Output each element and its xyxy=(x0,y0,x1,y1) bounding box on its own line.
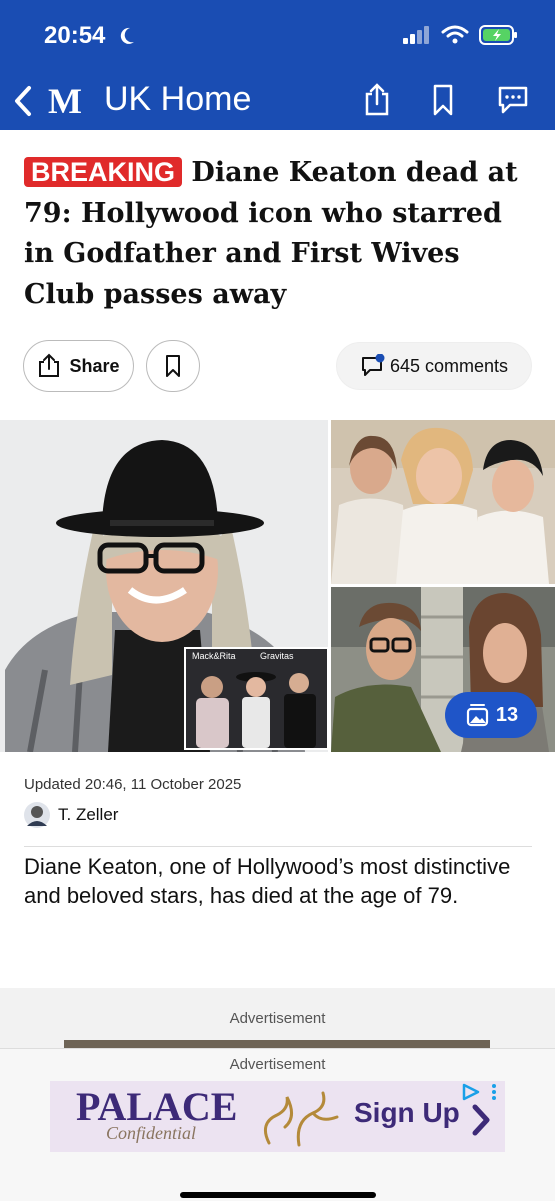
inset-sign-2: Gravitas xyxy=(260,651,294,661)
gallery-count-badge[interactable]: 13 xyxy=(445,692,537,738)
comments-count: 645 comments xyxy=(389,355,509,376)
divider xyxy=(24,846,532,847)
status-time: 20:54 xyxy=(44,22,106,49)
battery-icon xyxy=(479,25,517,45)
share-label: Share xyxy=(69,355,120,376)
app-header: 20:54 M UK Home xyxy=(0,0,555,130)
comments-button[interactable]: 645 comments xyxy=(336,342,532,390)
comments-icon[interactable] xyxy=(496,82,530,116)
ad-brand-sub: Confidential xyxy=(106,1123,196,1143)
ad-cta[interactable]: Sign Up xyxy=(354,1097,460,1129)
adchoices-icon[interactable] xyxy=(460,1083,502,1101)
status-icons xyxy=(403,24,519,46)
advertisement-label-2: Advertisement xyxy=(229,1056,326,1073)
three-women-illustration xyxy=(331,420,555,584)
inset-sign-1: Mack&Rita xyxy=(192,651,236,661)
inset-photo: Mack&Rita Gravitas xyxy=(184,647,328,750)
share-button[interactable]: Share xyxy=(23,340,134,392)
article-lede: Diane Keaton, one of Hollywood’s most di… xyxy=(24,854,511,908)
share-icon[interactable] xyxy=(363,82,391,118)
author-name: T. Zeller xyxy=(58,805,119,824)
signal-icon xyxy=(403,26,429,44)
bookmark-icon xyxy=(166,355,180,377)
ad-decoration-icon xyxy=(263,1091,339,1147)
navigation-bar: M UK Home xyxy=(0,78,555,122)
moon-icon xyxy=(120,27,134,44)
gallery-photo-2[interactable] xyxy=(331,420,555,584)
main-photo[interactable]: Mack&Rita Gravitas xyxy=(0,420,328,752)
gallery-photo-3[interactable]: 13 xyxy=(331,587,555,752)
advertisement-label: Advertisement xyxy=(229,1010,326,1027)
author-byline[interactable]: T. Zeller xyxy=(24,802,118,828)
inset-people xyxy=(196,672,316,748)
gallery-icon xyxy=(466,704,488,727)
gallery-count: 13 xyxy=(495,703,519,726)
ad-chevron-icon xyxy=(472,1104,490,1136)
advertisement-area: Advertisement Advertisement PALACE Confi… xyxy=(0,988,555,1201)
bookmark-icon[interactable] xyxy=(431,82,455,118)
share-icon xyxy=(39,353,60,377)
comment-bubble-icon xyxy=(361,354,385,376)
wifi-icon xyxy=(441,25,469,44)
home-indicator xyxy=(180,1192,376,1198)
sticky-ad-banner: Advertisement PALACE Confidential Sign U… xyxy=(0,1048,555,1201)
ad-banner[interactable]: PALACE Confidential Sign Up xyxy=(50,1081,505,1152)
save-button[interactable] xyxy=(146,340,200,392)
site-logo[interactable]: M xyxy=(48,80,82,122)
nav-title[interactable]: UK Home xyxy=(104,80,251,119)
breaking-badge: BREAKING xyxy=(24,157,183,187)
author-avatar xyxy=(24,802,50,828)
updated-timestamp: Updated 20:46, 11 October 2025 xyxy=(24,776,242,793)
back-chevron-icon[interactable] xyxy=(12,84,34,118)
article-headline: BREAKING Diane Keaton dead at 79: Hollyw… xyxy=(24,152,536,315)
